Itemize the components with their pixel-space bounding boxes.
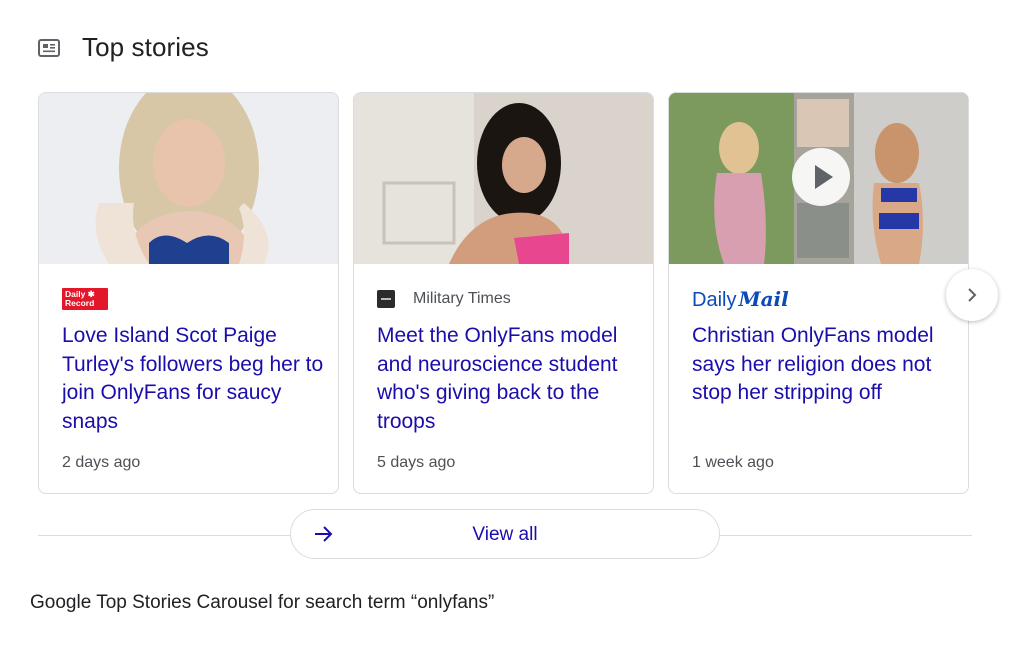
play-video-icon[interactable] bbox=[791, 147, 851, 207]
story-headline[interactable]: Christian OnlyFans model says her religi… bbox=[692, 322, 954, 408]
daily-record-logo: Daily ✱ Record bbox=[62, 288, 108, 310]
source-name: Military Times bbox=[413, 290, 511, 307]
top-stories-header: Top stories bbox=[38, 32, 209, 63]
story-thumbnail[interactable] bbox=[354, 93, 653, 264]
story-card[interactable]: Military Times Meet the OnlyFans model a… bbox=[353, 92, 654, 494]
story-thumbnail[interactable] bbox=[669, 93, 968, 264]
view-all-label: View all bbox=[472, 524, 538, 545]
military-times-logo bbox=[377, 290, 395, 308]
section-title: Top stories bbox=[82, 32, 209, 62]
story-headline[interactable]: Love Island Scot Paige Turley's follower… bbox=[62, 322, 324, 436]
carousel-next-button[interactable] bbox=[946, 269, 998, 321]
story-card[interactable]: Daily ✱ Record Love Island Scot Paige Tur… bbox=[38, 92, 339, 494]
story-age: 2 days ago bbox=[62, 454, 141, 471]
source-row: Daily ✱ Record bbox=[62, 288, 108, 310]
newspaper-icon bbox=[38, 38, 60, 57]
divider-left bbox=[38, 535, 290, 536]
story-card[interactable]: Daily Mail Christian OnlyFans model says … bbox=[668, 92, 969, 494]
story-age: 1 week ago bbox=[692, 454, 774, 471]
image-caption: Google Top Stories Carousel for search t… bbox=[30, 592, 495, 613]
story-age: 5 days ago bbox=[377, 454, 456, 471]
divider-right bbox=[720, 535, 972, 536]
story-headline[interactable]: Meet the OnlyFans model and neuroscience… bbox=[377, 322, 639, 436]
chevron-right-icon bbox=[968, 288, 977, 302]
source-row: Daily Mail bbox=[692, 286, 789, 311]
story-thumbnail[interactable] bbox=[39, 93, 338, 264]
source-row: Military Times bbox=[377, 289, 511, 309]
view-all-button[interactable]: View all bbox=[290, 509, 720, 559]
daily-mail-logo: Daily Mail bbox=[692, 286, 789, 311]
